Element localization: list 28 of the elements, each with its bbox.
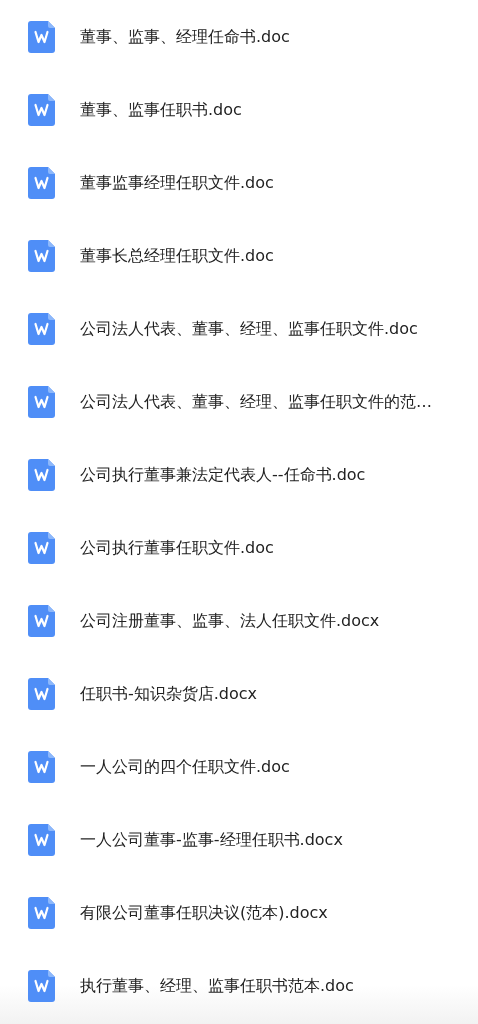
document-icon [28,20,55,53]
document-icon [28,385,55,418]
file-name[interactable]: 公司法人代表、董事、经理、监事任职文件.doc [80,316,418,341]
document-icon [28,93,55,126]
file-name[interactable]: 任职书-知识杂货店.docx [80,681,258,706]
file-name[interactable]: 执行董事、经理、监事任职书范本.doc [80,973,354,998]
document-icon [28,604,55,637]
document-icon [28,239,55,272]
file-name[interactable]: 公司注册董事、监事、法人任职文件.docx [80,608,380,633]
document-icon [28,312,55,345]
file-name[interactable]: 一人公司的四个任职文件.doc [80,754,290,779]
file-name[interactable]: 公司执行董事兼法定代表人--任命书.doc [80,462,366,487]
document-icon [28,531,55,564]
file-name[interactable]: 董事长总经理任职文件.doc [80,243,274,268]
file-name[interactable]: 一人公司董事-监事-经理任职书.docx [80,827,343,852]
file-name[interactable]: 公司法人代表、董事、经理、监事任职文件的范… [80,389,432,414]
file-name[interactable]: 董事、监事任职书.doc [80,97,242,122]
file-name[interactable]: 有限公司董事任职决议(范本).docx [80,900,328,925]
document-icon [28,969,55,1002]
file-name[interactable]: 公司执行董事任职文件.doc [80,535,274,560]
document-icon [28,896,55,929]
document-icon [28,677,55,710]
document-icon [28,750,55,783]
document-icon [28,166,55,199]
file-name[interactable]: 董事、监事、经理任命书.doc [80,24,290,49]
document-icon [28,458,55,491]
file-name[interactable]: 董事监事经理任职文件.doc [80,170,274,195]
document-icon [28,823,55,856]
